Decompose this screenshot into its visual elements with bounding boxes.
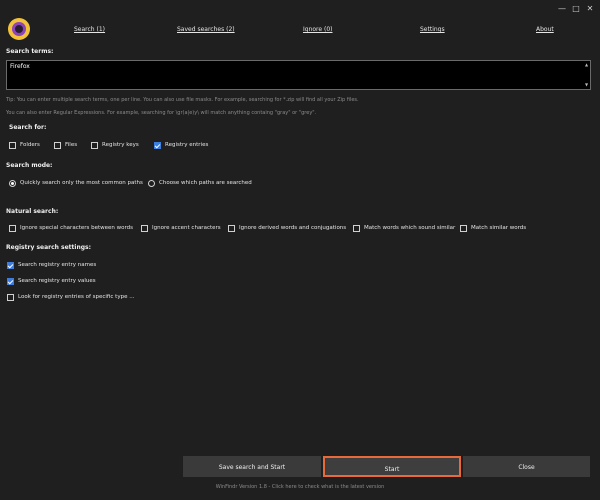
minimize-button[interactable]: —: [556, 3, 568, 15]
registry-entries-label: Registry entries: [165, 142, 209, 148]
ignore-special-chars-box[interactable]: [9, 224, 16, 232]
sound-similar-checkbox[interactable]: Match words which sound similar: [353, 223, 455, 233]
scroll-up-icon[interactable]: ▲: [583, 62, 590, 68]
ignore-special-chars-checkbox[interactable]: Ignore special characters between words: [9, 223, 133, 233]
files-checkbox[interactable]: Files: [54, 140, 77, 150]
quick-search-radio[interactable]: Quickly search only the most common path…: [9, 178, 143, 188]
search-mode-label: Search mode:: [6, 162, 53, 169]
quick-search-label: Quickly search only the most common path…: [20, 180, 143, 186]
ignore-special-chars-label: Ignore special characters between words: [20, 225, 134, 231]
close-window-button[interactable]: ✕: [584, 3, 596, 15]
nav-tab-about[interactable]: About: [536, 26, 554, 33]
registry-keys-label: Registry keys: [102, 142, 139, 148]
logo-center: [15, 25, 23, 33]
similar-words-label: Match similar words: [471, 225, 527, 231]
sound-similar-box[interactable]: [353, 224, 360, 232]
search-entry-values-label: Search registry entry values: [18, 278, 96, 284]
ignore-accent-box[interactable]: [141, 224, 148, 232]
search-for-label: Search for:: [9, 124, 47, 131]
files-label: Files: [65, 142, 78, 148]
search-entry-values-box[interactable]: [7, 277, 14, 285]
save-search-and-start-button[interactable]: Save search and Start: [183, 456, 321, 477]
specific-type-checkbox[interactable]: Look for registry entries of specific ty…: [7, 292, 134, 302]
registry-keys-checkbox-box[interactable]: [91, 141, 98, 149]
ignore-accent-checkbox[interactable]: Ignore accent characters: [141, 223, 221, 233]
search-entry-names-box[interactable]: [7, 261, 14, 269]
search-terms-input[interactable]: [6, 60, 591, 90]
similar-words-box[interactable]: [460, 224, 467, 232]
registry-settings-label: Registry search settings:: [6, 244, 91, 251]
title-bar: — □ ✕: [0, 0, 600, 18]
app-logo-icon: [8, 18, 30, 40]
nav-tab-saved-searches[interactable]: Saved searches (2): [177, 26, 235, 33]
search-entry-values-checkbox[interactable]: Search registry entry values: [7, 276, 96, 286]
version-footer-link[interactable]: WinFindr Version 1.8 - Click here to che…: [0, 484, 600, 490]
maximize-button[interactable]: □: [570, 3, 582, 15]
folders-checkbox[interactable]: Folders: [9, 140, 40, 150]
search-terms-label: Search terms:: [6, 48, 54, 55]
ignore-accent-label: Ignore accent characters: [152, 225, 221, 231]
specific-type-box[interactable]: [7, 293, 14, 301]
choose-paths-radio[interactable]: Choose which paths are searched: [148, 178, 252, 188]
winfindr-window: — □ ✕ Search (1) Saved searches (2) Igno…: [0, 0, 600, 500]
registry-entries-checkbox[interactable]: Registry entries: [154, 140, 208, 150]
ignore-derived-label: Ignore derived words and conjugations: [239, 225, 347, 231]
choose-paths-label: Choose which paths are searched: [159, 180, 252, 186]
specific-type-label: Look for registry entries of specific ty…: [18, 294, 135, 300]
registry-entries-checkbox-box[interactable]: [154, 141, 161, 149]
choose-paths-radio-dot[interactable]: [148, 179, 155, 187]
close-button[interactable]: Close: [463, 456, 590, 477]
registry-keys-checkbox[interactable]: Registry keys: [91, 140, 139, 150]
sound-similar-label: Match words which sound similar: [364, 225, 456, 231]
search-entry-names-checkbox[interactable]: Search registry entry names: [7, 260, 96, 270]
quick-search-radio-dot[interactable]: [9, 179, 16, 187]
folders-checkbox-box[interactable]: [9, 141, 16, 149]
search-entry-names-label: Search registry entry names: [18, 262, 97, 268]
similar-words-checkbox[interactable]: Match similar words: [460, 223, 526, 233]
files-checkbox-box[interactable]: [54, 141, 61, 149]
natural-search-label: Natural search:: [6, 208, 59, 215]
nav-tab-search[interactable]: Search (1): [74, 26, 105, 33]
nav-tab-settings[interactable]: Settings: [420, 26, 445, 33]
folders-label: Folders: [20, 142, 40, 148]
ignore-derived-checkbox[interactable]: Ignore derived words and conjugations: [228, 223, 346, 233]
start-button[interactable]: Start: [323, 456, 461, 477]
tip-text-1: Tip: You can enter multiple search terms…: [6, 97, 359, 103]
tip-text-2: You can also enter Regular Expressions. …: [6, 110, 317, 116]
ignore-derived-box[interactable]: [228, 224, 235, 232]
scroll-down-icon[interactable]: ▼: [583, 82, 590, 88]
nav-tab-ignore[interactable]: Ignore (0): [303, 26, 332, 33]
